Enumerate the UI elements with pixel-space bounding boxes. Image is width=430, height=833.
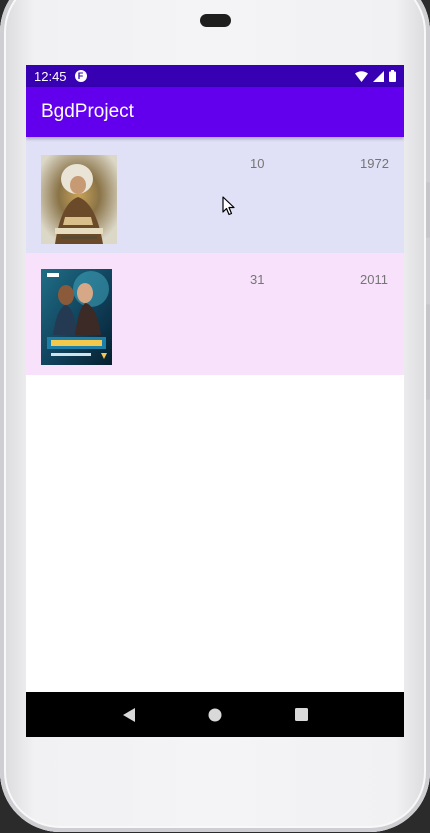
earpiece bbox=[200, 14, 231, 27]
home-icon[interactable] bbox=[208, 708, 222, 722]
recents-icon[interactable] bbox=[294, 708, 308, 721]
episode-number: 31 bbox=[250, 272, 265, 287]
app-title: BgdProject bbox=[41, 101, 134, 122]
back-icon[interactable] bbox=[122, 707, 136, 723]
app-bar: BgdProject bbox=[26, 87, 404, 137]
battery-icon bbox=[389, 70, 396, 82]
status-time: 12:45 bbox=[34, 68, 67, 84]
cell-signal-icon bbox=[373, 70, 384, 82]
episode-number: 10 bbox=[250, 156, 265, 171]
dvd-cover-image bbox=[41, 269, 112, 365]
status-app-icon: F bbox=[74, 70, 87, 82]
device-screen: 12:45 F BgdProject 10 1972 31 2011 bbox=[26, 65, 404, 737]
list-item[interactable]: 31 2011 bbox=[26, 253, 404, 375]
navigation-bar bbox=[26, 692, 404, 737]
status-bar: 12:45 F bbox=[26, 65, 404, 87]
wifi-icon bbox=[355, 70, 368, 82]
mouse-pointer-icon bbox=[222, 196, 235, 216]
dvd-cover-image bbox=[41, 155, 117, 244]
episode-list[interactable]: 10 1972 31 2011 bbox=[26, 137, 404, 375]
episode-year: 1972 bbox=[360, 156, 389, 171]
episode-year: 2011 bbox=[360, 272, 388, 287]
list-item[interactable]: 10 1972 bbox=[26, 137, 404, 253]
volume-button[interactable] bbox=[426, 182, 430, 238]
power-button[interactable] bbox=[426, 304, 430, 400]
